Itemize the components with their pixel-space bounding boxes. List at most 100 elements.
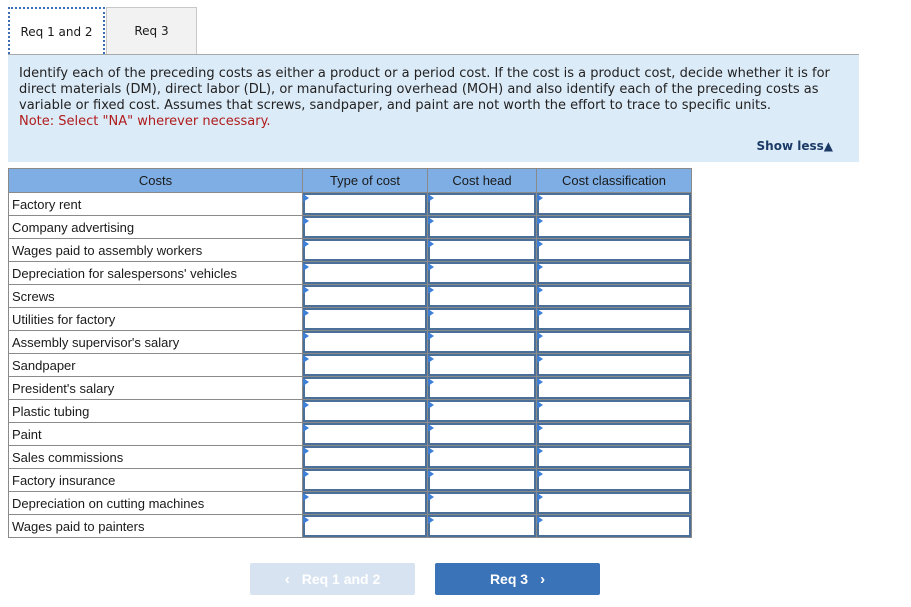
cost-classification-select[interactable] — [536, 468, 692, 492]
type-of-cost-select[interactable] — [302, 215, 428, 239]
cost-classification-select-value[interactable] — [537, 446, 691, 468]
cost-classification-select-value[interactable] — [537, 400, 691, 422]
next-req-button[interactable]: Req 3 › — [435, 563, 600, 595]
cost-classification-select-value[interactable] — [537, 423, 691, 445]
cost-classification-select[interactable] — [536, 284, 692, 308]
dropdown-marker-icon — [303, 286, 309, 294]
cost-classification-select-value[interactable] — [537, 239, 691, 261]
show-less-toggle[interactable]: Show less▲ — [757, 139, 833, 153]
cost-classification-select-value[interactable] — [537, 216, 691, 238]
type-of-cost-select[interactable] — [302, 330, 428, 354]
cost-head-select-value[interactable] — [428, 308, 536, 330]
cost-classification-select-value[interactable] — [537, 377, 691, 399]
type-of-cost-select[interactable] — [302, 238, 428, 262]
type-of-cost-select-value[interactable] — [303, 239, 427, 261]
type-of-cost-select-value[interactable] — [303, 216, 427, 238]
type-of-cost-select[interactable] — [302, 514, 428, 538]
cost-head-select-value[interactable] — [428, 377, 536, 399]
type-of-cost-select[interactable] — [302, 261, 428, 285]
cost-head-select[interactable] — [427, 284, 537, 308]
cost-classification-select[interactable] — [536, 330, 692, 354]
cost-head-select[interactable] — [427, 376, 537, 400]
type-of-cost-select-value[interactable] — [303, 469, 427, 491]
cost-classification-select[interactable] — [536, 376, 692, 400]
cost-classification-select-value[interactable] — [537, 285, 691, 307]
type-of-cost-select-value[interactable] — [303, 331, 427, 353]
cost-classification-select[interactable] — [536, 399, 692, 423]
cost-classification-select-value[interactable] — [537, 515, 691, 537]
type-of-cost-select-value[interactable] — [303, 193, 427, 215]
cost-classification-select[interactable] — [536, 307, 692, 331]
cost-head-select[interactable] — [427, 399, 537, 423]
type-of-cost-select[interactable] — [302, 307, 428, 331]
type-of-cost-select-value[interactable] — [303, 308, 427, 330]
cost-classification-select[interactable] — [536, 353, 692, 377]
cost-head-select-value[interactable] — [428, 216, 536, 238]
cost-classification-select[interactable] — [536, 445, 692, 469]
cost-head-select[interactable] — [427, 238, 537, 262]
cost-classification-select-value[interactable] — [537, 193, 691, 215]
cost-head-select-value[interactable] — [428, 193, 536, 215]
cost-head-select[interactable] — [427, 353, 537, 377]
cost-head-select[interactable] — [427, 468, 537, 492]
type-of-cost-select[interactable] — [302, 422, 428, 446]
type-of-cost-select-value[interactable] — [303, 285, 427, 307]
cost-head-select[interactable] — [427, 330, 537, 354]
type-of-cost-select[interactable] — [302, 445, 428, 469]
type-of-cost-select[interactable] — [302, 353, 428, 377]
cost-head-select-value[interactable] — [428, 515, 536, 537]
cost-classification-select[interactable] — [536, 261, 692, 285]
cost-classification-select-value[interactable] — [537, 308, 691, 330]
dropdown-marker-icon — [428, 309, 434, 317]
cost-classification-select[interactable] — [536, 491, 692, 515]
tab-req-1-and-2[interactable]: Req 1 and 2 — [8, 7, 105, 54]
cost-head-select-value[interactable] — [428, 262, 536, 284]
type-of-cost-select[interactable] — [302, 491, 428, 515]
cost-classification-select-value[interactable] — [537, 331, 691, 353]
type-of-cost-select-value[interactable] — [303, 377, 427, 399]
prev-req-button[interactable]: ‹ Req 1 and 2 — [250, 563, 415, 595]
type-of-cost-select-value[interactable] — [303, 354, 427, 376]
type-of-cost-select-value[interactable] — [303, 423, 427, 445]
tab-req-3[interactable]: Req 3 — [106, 7, 197, 54]
cost-head-select-value[interactable] — [428, 446, 536, 468]
cost-head-select[interactable] — [427, 261, 537, 285]
type-of-cost-select[interactable] — [302, 468, 428, 492]
type-of-cost-select[interactable] — [302, 192, 428, 216]
cost-classification-select[interactable] — [536, 514, 692, 538]
cost-head-select-value[interactable] — [428, 423, 536, 445]
cost-head-select[interactable] — [427, 192, 537, 216]
type-of-cost-select-value[interactable] — [303, 446, 427, 468]
cost-head-select-value[interactable] — [428, 354, 536, 376]
cost-head-select-value[interactable] — [428, 400, 536, 422]
cost-head-select-value[interactable] — [428, 285, 536, 307]
type-of-cost-select[interactable] — [302, 284, 428, 308]
cost-head-select[interactable] — [427, 445, 537, 469]
cost-head-select-value[interactable] — [428, 469, 536, 491]
cost-classification-select-value[interactable] — [537, 262, 691, 284]
cost-head-select[interactable] — [427, 491, 537, 515]
type-of-cost-select-value[interactable] — [303, 262, 427, 284]
cost-head-select-value[interactable] — [428, 239, 536, 261]
type-of-cost-select-value[interactable] — [303, 492, 427, 514]
cost-head-select[interactable] — [427, 307, 537, 331]
cost-head-select[interactable] — [427, 514, 537, 538]
cost-head-select[interactable] — [427, 422, 537, 446]
type-of-cost-select-value[interactable] — [303, 400, 427, 422]
cost-head-select-value[interactable] — [428, 492, 536, 514]
cost-classification-select-value[interactable] — [537, 492, 691, 514]
dropdown-marker-icon — [428, 355, 434, 363]
dropdown-marker-icon — [537, 309, 543, 317]
cost-classification-select-value[interactable] — [537, 469, 691, 491]
type-of-cost-select[interactable] — [302, 399, 428, 423]
cost-classification-select[interactable] — [536, 238, 692, 262]
cost-classification-select[interactable] — [536, 422, 692, 446]
cost-classification-select[interactable] — [536, 215, 692, 239]
type-of-cost-select-value[interactable] — [303, 515, 427, 537]
cost-head-select[interactable] — [427, 215, 537, 239]
cost-classification-select[interactable] — [536, 192, 692, 216]
cost-head-select-value[interactable] — [428, 331, 536, 353]
cost-classification-select-value[interactable] — [537, 354, 691, 376]
dropdown-marker-icon — [303, 263, 309, 271]
type-of-cost-select[interactable] — [302, 376, 428, 400]
